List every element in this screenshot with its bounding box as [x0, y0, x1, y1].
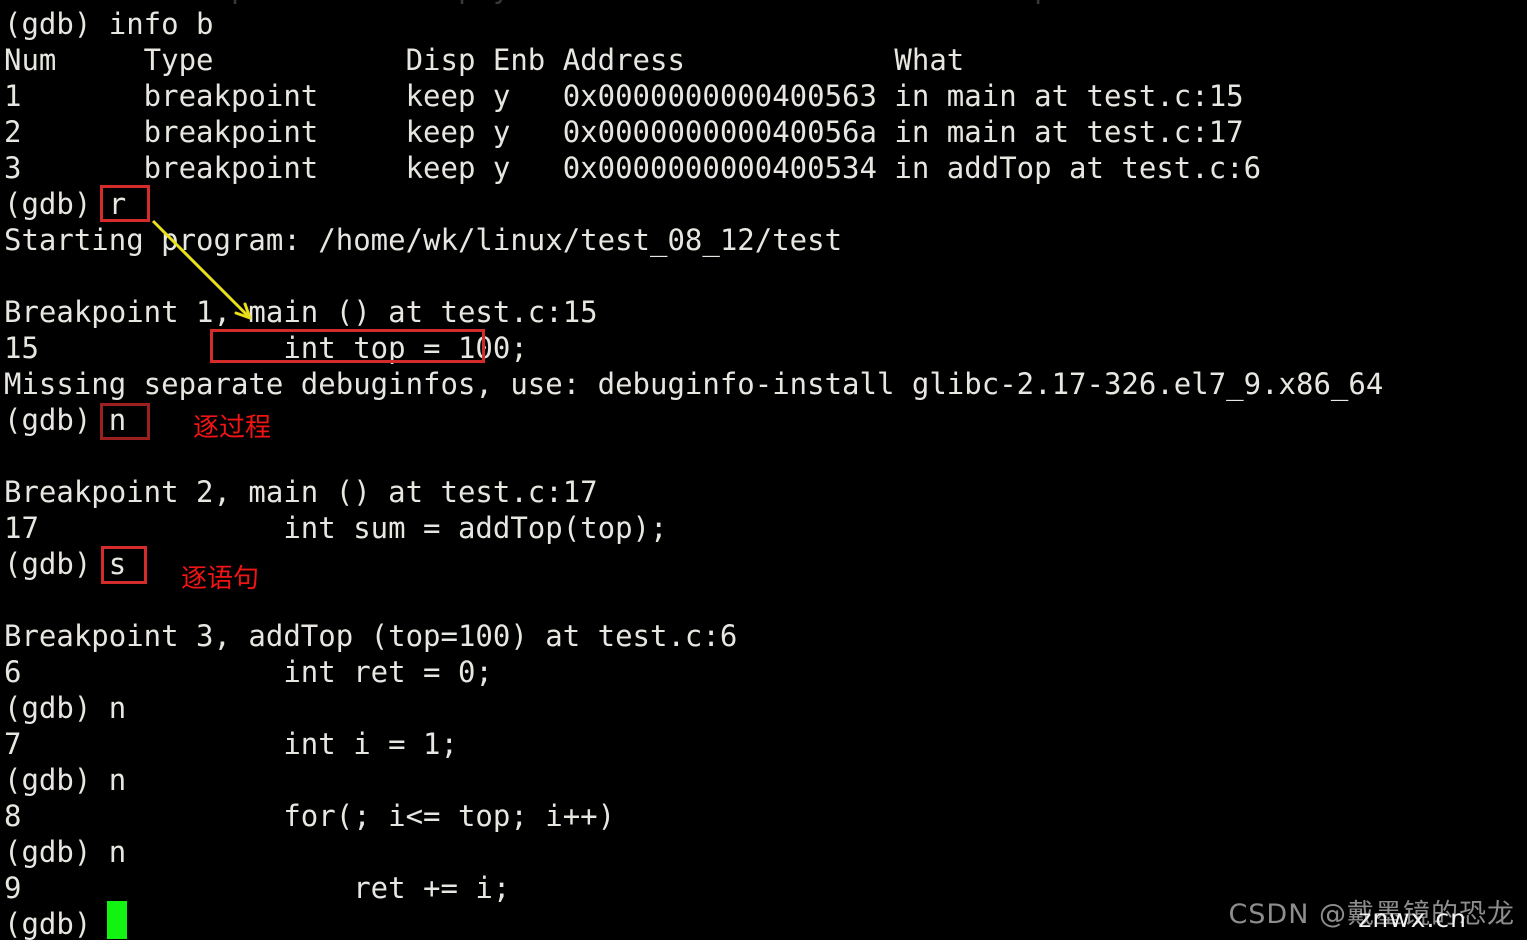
terminal-cursor [107, 901, 127, 939]
terminal-line-gdb-next-4: (gdb) n [4, 835, 127, 869]
terminal-line-source-8: 8 for(; i<= top; i++) [4, 799, 616, 833]
gdb-terminal[interactable]: 3 breakpoint keep y 0x0000000000400534 i… [0, 0, 1527, 940]
terminal-line-source-9: 9 ret += i; [4, 871, 511, 905]
znwx-watermark-overlay: znwx.cn [1358, 904, 1467, 933]
terminal-line-breakpoint-1-hit: Breakpoint 1, main () at test.c:15 [4, 295, 598, 329]
terminal-line-gdb-run: (gdb) r [4, 187, 127, 221]
terminal-line-gdb-next-3: (gdb) n [4, 763, 127, 797]
terminal-line-bp-row-3: 3 breakpoint keep y 0x0000000000400534 i… [4, 151, 1262, 185]
terminal-line-missing-debuginfo: Missing separate debuginfos, use: debugi… [4, 367, 1384, 401]
terminal-line-source-15: 15 int top = 100; [4, 331, 528, 365]
terminal-line-breakpoint-3-hit: Breakpoint 3, addTop (top=100) at test.c… [4, 619, 738, 653]
terminal-line-bp-row-2: 2 breakpoint keep y 0x000000000040056a i… [4, 115, 1244, 149]
terminal-line-bp-table-header: Num Type Disp Enb Address What [4, 43, 965, 77]
terminal-line-gdb-step: (gdb) s [4, 547, 127, 581]
terminal-line-source-6: 6 int ret = 0; [4, 655, 493, 689]
terminal-line-gdb-info-b: (gdb) info b [4, 7, 214, 41]
terminal-line-bp-row-1: 1 breakpoint keep y 0x0000000000400563 i… [4, 79, 1244, 113]
terminal-line-breakpoint-2-hit: Breakpoint 2, main () at test.c:17 [4, 475, 598, 509]
terminal-line-gdb-prompt-last: (gdb) [4, 907, 109, 940]
terminal-line-starting-program: Starting program: /home/wk/linux/test_08… [4, 223, 843, 257]
terminal-line-gdb-next-2: (gdb) n [4, 691, 127, 725]
terminal-line-source-7: 7 int i = 1; [4, 727, 458, 761]
terminal-line-source-17: 17 int sum = addTop(top); [4, 511, 668, 545]
terminal-line-gdb-next-1: (gdb) n [4, 403, 127, 437]
